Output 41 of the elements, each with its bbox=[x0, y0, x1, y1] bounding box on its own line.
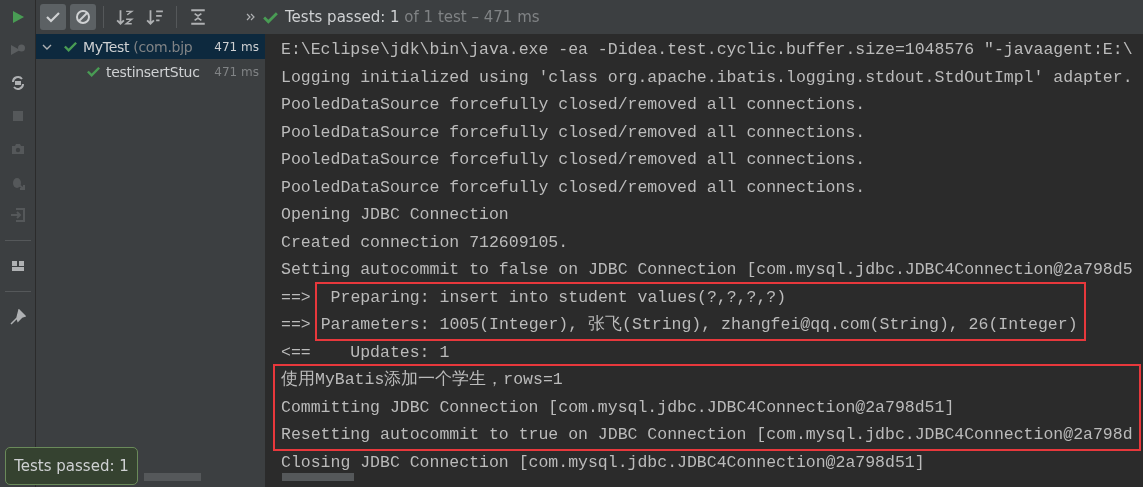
console-line: Resetting autocommit to true on JDBC Connection [com.mysql.jdbc.JDBC4Connection@2a798d bbox=[281, 424, 1133, 446]
console-line: Setting autocommit to false on JDBC Connection [com.mysql.jdbc.JDBC4Connection@2a798d5 bbox=[281, 259, 1133, 281]
console-line: Opening JDBC Connection bbox=[281, 204, 510, 226]
console-line: PooledDataSource forcefully closed/removed all connections. bbox=[281, 176, 867, 199]
console-line: PooledDataSource forcefully closed/removed all connections. bbox=[281, 149, 867, 171]
console-line: <== Updates: 1 bbox=[281, 341, 450, 364]
tree-row[interactable]: testinsertStuc 471 ms bbox=[36, 59, 265, 84]
check-icon bbox=[45, 9, 61, 25]
tree-row[interactable]: MyTest (com.bjp 471 ms bbox=[36, 34, 265, 59]
expand-collapse-icon[interactable] bbox=[189, 8, 207, 26]
console-line: Parameters: 1005(Integer), 张飞(String), zhangfei@qq.com(String), 26(Integer) bbox=[320, 314, 1078, 336]
test-time: 471 ms bbox=[214, 39, 260, 54]
notification-balloon: Tests passed: 1 bbox=[5, 447, 138, 485]
console-line: Created connection 712609105. bbox=[281, 231, 570, 254]
console-line: PooledDataSource forcefully closed/removed all connections. bbox=[281, 94, 867, 116]
check-icon bbox=[86, 64, 101, 79]
test-time: 471 ms bbox=[214, 64, 260, 79]
console-line: 使用MyBatis添加一个学生，rows=1 bbox=[281, 369, 564, 391]
test-name: testinsertStuc bbox=[106, 63, 200, 80]
console-line: Logging initialized using 'class org.apache.ibatis.logging.stdout.StdOutImpl' adapter. bbox=[281, 66, 1133, 89]
test-status: Tests passed: 1 of 1 test – 471 ms bbox=[285, 8, 540, 26]
sort-duration-icon[interactable] bbox=[146, 8, 164, 26]
console-line: Closing JDBC Connection [com.mysql.jdbc.JDBC4Connection@2a798d51] bbox=[281, 451, 925, 474]
sort-alpha-icon[interactable] bbox=[116, 8, 134, 26]
layout-icon[interactable] bbox=[9, 258, 26, 274]
console-line: Preparing: insert into student values(?,?,?,?) bbox=[329, 286, 788, 309]
console-line: ==> bbox=[281, 286, 311, 309]
check-icon bbox=[63, 39, 78, 54]
double-chevron-icon[interactable] bbox=[246, 12, 256, 22]
show-ignored-toggle[interactable] bbox=[70, 4, 96, 30]
console-line: ==> bbox=[281, 314, 311, 336]
show-passed-toggle[interactable] bbox=[40, 4, 66, 30]
test-name: MyTest (com.bjp bbox=[83, 38, 193, 55]
scrollbar-thumb[interactable] bbox=[282, 473, 354, 481]
console-line: Committing JDBC Connection [com.mysql.jdbc.JDBC4Connection@2a798d51] bbox=[281, 396, 956, 419]
ban-icon bbox=[75, 9, 91, 25]
console-line: PooledDataSource forcefully closed/removed all connections. bbox=[281, 121, 867, 144]
scrollbar-thumb[interactable] bbox=[144, 473, 201, 481]
refresh-icon[interactable] bbox=[9, 75, 26, 91]
console-line: E:\Eclipse\jdk\bin\java.exe -ea -Didea.test.cyclic.buffer.size=1048576 "-javaagent:E:\ bbox=[281, 39, 1133, 61]
pin-icon[interactable] bbox=[9, 309, 26, 325]
